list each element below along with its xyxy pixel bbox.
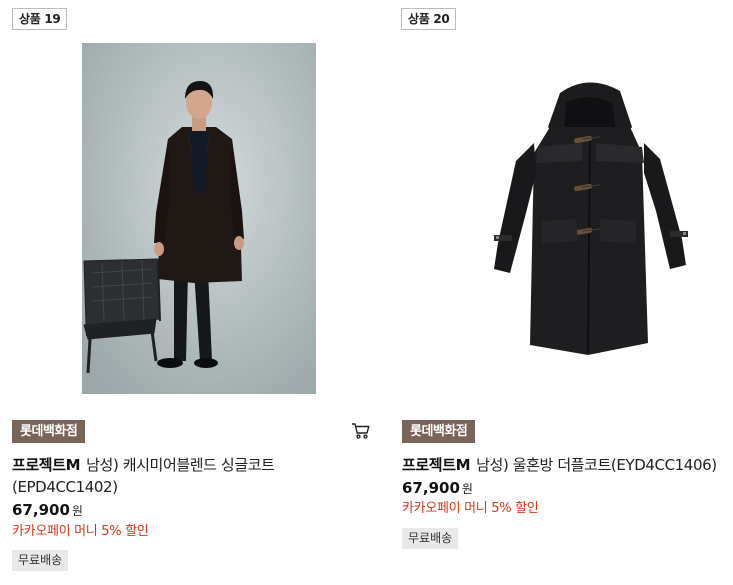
- price-row: 67,900 원: [402, 478, 473, 497]
- product-photo-duffle-coat: [470, 43, 704, 394]
- store-badge: 롯데백화점: [12, 420, 86, 443]
- product-price: 67,900: [402, 479, 460, 497]
- free-shipping-badge: 무료배송: [402, 528, 459, 549]
- add-to-cart-button[interactable]: [351, 421, 371, 441]
- product-title[interactable]: 프로젝트M 남성) 캐시미어블렌드 싱글코트 (EPD4CC1402): [12, 454, 327, 498]
- promo-text: 카카오페이 머니 5% 할인: [402, 501, 539, 516]
- product-brand: 프로젝트M: [402, 456, 471, 474]
- currency-label: 원: [461, 482, 473, 496]
- currency-label: 원: [71, 504, 83, 518]
- product-card-19[interactable]: 상품 19 롯데백화점 프로젝트M 남성) 캐시미어블렌드 싱글코트 (EPD4…: [0, 0, 370, 585]
- promo-text: 카카오페이 머니 5% 할인: [12, 524, 149, 539]
- product-card-20[interactable]: 상품 20 롯데백화점 프로젝트M 남성) 울혼방 더플코트(EYD4CC140…: [390, 0, 733, 585]
- product-name: 남성) 울혼방 더플코트(EYD4CC1406): [476, 456, 717, 474]
- product-brand: 프로젝트M: [12, 456, 81, 474]
- product-image[interactable]: [470, 43, 704, 394]
- price-row: 67,900 원: [12, 500, 83, 519]
- product-photo-model-coat: [82, 43, 316, 394]
- product-number-label: 상품 20: [401, 8, 457, 30]
- product-title[interactable]: 프로젝트M 남성) 울혼방 더플코트(EYD4CC1406): [402, 454, 733, 476]
- shopping-cart-icon: [351, 423, 370, 439]
- store-badge: 롯데백화점: [402, 420, 476, 443]
- product-price: 67,900: [12, 501, 70, 519]
- product-image[interactable]: [82, 43, 316, 394]
- product-name: 남성) 캐시미어블렌드 싱글코트: [86, 456, 275, 474]
- free-shipping-badge: 무료배송: [12, 550, 69, 571]
- product-number-label: 상품 19: [12, 8, 68, 30]
- product-code: (EPD4CC1402): [12, 478, 118, 496]
